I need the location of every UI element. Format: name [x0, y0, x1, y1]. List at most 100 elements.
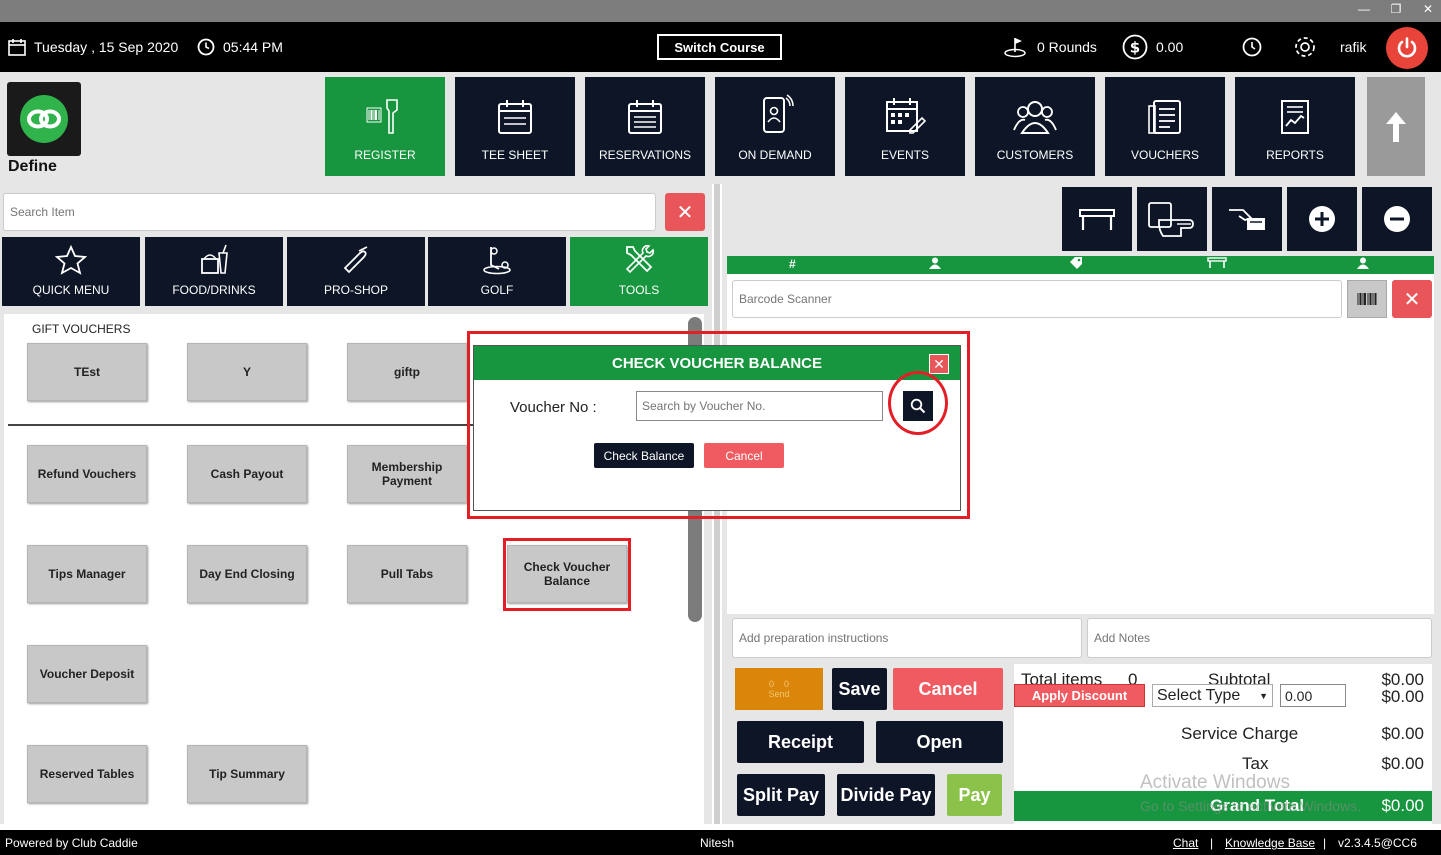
dialog-cancel-button[interactable]: Cancel [704, 443, 784, 468]
discount-value-input[interactable]: 0.00 [1280, 684, 1346, 707]
minimize-icon[interactable]: — [1357, 2, 1371, 16]
discount-type-select[interactable]: Select Type ▼ [1152, 684, 1273, 707]
history-button[interactable] [1242, 22, 1262, 72]
top-bar: Tuesday , 15 Sep 2020 05:44 PM Switch Co… [0, 22, 1441, 72]
settings-button[interactable] [1292, 22, 1318, 72]
category-label: FOOD/DRINKS [172, 283, 256, 297]
report-icon [1281, 100, 1309, 134]
knowledge-base-link[interactable]: Knowledge Base [1225, 836, 1315, 850]
apply-discount-button[interactable]: Apply Discount [1014, 684, 1145, 707]
voucher-tile[interactable]: giftp [347, 343, 467, 401]
close-window-icon[interactable]: ✕ [1421, 2, 1435, 16]
minus-circle-icon [1384, 206, 1410, 232]
close-icon: ✕ [933, 355, 945, 372]
calendar-edit-icon [886, 98, 926, 134]
voucher-tile[interactable]: TEst [27, 343, 147, 401]
payment-hand-button[interactable] [1212, 187, 1282, 251]
divide-pay-button[interactable]: Divide Pay [837, 774, 935, 816]
voucher-no-input[interactable] [636, 391, 883, 421]
restore-icon[interactable]: ❐ [1389, 2, 1403, 16]
barcode-scanner-icon [366, 99, 398, 134]
hand-card-icon [1148, 202, 1194, 237]
footer-separator: | [1323, 836, 1327, 850]
close-icon: ✕ [676, 201, 694, 224]
voucher-tile[interactable]: Y [187, 343, 307, 401]
powered-by-text: Powered by Club Caddie [5, 836, 138, 850]
search-item-input[interactable] [3, 193, 656, 231]
barcode-scanner-input[interactable] [732, 280, 1342, 318]
star-icon [55, 245, 87, 275]
balance-display: $ 0.00 [1122, 22, 1183, 72]
chat-link[interactable]: Chat [1173, 836, 1198, 850]
card-tap-button[interactable] [1137, 187, 1207, 251]
window-titlebar: — ❐ ✕ [0, 0, 1441, 22]
tool-tips-manager[interactable]: Tips Manager [27, 545, 147, 603]
category-food-drinks[interactable]: FOOD/DRINKS [145, 237, 283, 306]
clock-icon [1242, 37, 1262, 57]
golf-flag-icon [1004, 38, 1026, 58]
tool-voucher-deposit[interactable]: Voucher Deposit [27, 645, 147, 703]
person-icon [1357, 257, 1369, 272]
nav-tee-sheet[interactable]: TEE SHEET [455, 77, 575, 176]
table-icon [1207, 257, 1227, 272]
tool-pull-tabs[interactable]: Pull Tabs [347, 545, 467, 603]
order-column-header: # [727, 256, 1434, 274]
switch-course-button[interactable]: Switch Course [657, 34, 782, 60]
nav-label: ON DEMAND [738, 148, 812, 162]
tool-membership-payment[interactable]: Membership Payment [347, 445, 467, 503]
calendar-icon [8, 39, 26, 56]
balance-text: 0.00 [1156, 39, 1184, 55]
open-button[interactable]: Open [876, 721, 1003, 763]
gear-icon [1295, 37, 1315, 57]
nav-vouchers[interactable]: VOUCHERS [1105, 77, 1225, 176]
phone-person-icon [763, 94, 794, 133]
save-button[interactable]: Save [832, 668, 887, 710]
scroll-up-button[interactable] [1367, 77, 1425, 176]
send-button[interactable]: 0 0 Send [735, 668, 823, 710]
table-button[interactable] [1062, 187, 1132, 251]
send-label: Send [768, 689, 790, 699]
golf-icon [483, 247, 511, 275]
clear-barcode-button[interactable]: ✕ [1392, 280, 1432, 318]
tool-refund-vouchers[interactable]: Refund Vouchers [27, 445, 147, 503]
nav-reservations[interactable]: RESERVATIONS [585, 77, 705, 176]
power-button[interactable] [1386, 27, 1428, 69]
nav-reports[interactable]: REPORTS [1235, 77, 1355, 176]
calendar-list-icon [628, 100, 662, 134]
dialog-close-button[interactable]: ✕ [929, 354, 949, 374]
tag-icon [1069, 257, 1083, 272]
check-balance-button[interactable]: Check Balance [594, 443, 694, 468]
category-quick-menu[interactable]: QUICK MENU [2, 237, 140, 306]
tool-tip-summary[interactable]: Tip Summary [187, 745, 307, 803]
dialog-title: CHECK VOUCHER BALANCE [474, 346, 960, 380]
pay-button[interactable]: Pay [947, 774, 1002, 816]
receipt-button[interactable]: Receipt [737, 721, 864, 763]
category-pro-shop[interactable]: PRO-SHOP [287, 237, 425, 306]
nav-label: RESERVATIONS [598, 148, 692, 162]
date-text: Tuesday , 15 Sep 2020 [34, 39, 179, 55]
nav-register[interactable]: REGISTER [325, 77, 445, 176]
tool-reserved-tables[interactable]: Reserved Tables [27, 745, 147, 803]
split-pay-button[interactable]: Split Pay [737, 774, 825, 816]
category-tools[interactable]: TOOLS [570, 237, 708, 306]
tool-day-end-closing[interactable]: Day End Closing [187, 545, 307, 603]
add-notes-input[interactable] [1087, 618, 1432, 658]
nav-on-demand[interactable]: ON DEMAND [715, 77, 835, 176]
cancel-order-button[interactable]: Cancel [893, 668, 1003, 710]
user-name[interactable]: rafik [1340, 22, 1366, 72]
category-golf[interactable]: GOLF [428, 237, 566, 306]
category-label: QUICK MENU [32, 283, 110, 297]
nav-events[interactable]: EVENTS [845, 77, 965, 176]
nav-customers[interactable]: CUSTOMERS [975, 77, 1095, 176]
operator-name: Nitesh [700, 836, 735, 850]
clear-search-button[interactable]: ✕ [665, 193, 705, 231]
power-icon [1397, 37, 1417, 58]
chevron-down-icon: ▼ [1259, 690, 1268, 701]
main-navigation: Define REGISTER TEE SHEET RESERVATIONS O… [0, 72, 1441, 184]
hand-payment-icon [1229, 209, 1265, 230]
preparation-instructions-input[interactable] [732, 618, 1082, 658]
barcode-scan-button[interactable] [1347, 280, 1387, 318]
remove-quantity-button[interactable] [1362, 187, 1432, 251]
tool-cash-payout[interactable]: Cash Payout [187, 445, 307, 503]
add-quantity-button[interactable] [1287, 187, 1357, 251]
